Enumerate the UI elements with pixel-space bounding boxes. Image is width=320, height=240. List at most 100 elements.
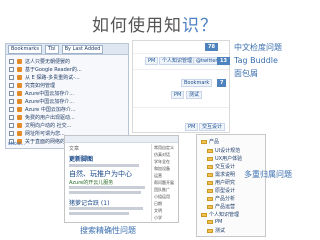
folder-icon <box>207 220 213 224</box>
category-item[interactable]: 小组运用 <box>154 193 178 200</box>
folder-icon <box>207 172 213 177</box>
search-results-panel: 文章 更新脚图 自然、玩推户为中心 Azure的开云儿服务 猪萝记合跃 (1) … <box>64 135 179 223</box>
folder-icon <box>207 204 213 209</box>
tag-row <box>133 69 229 79</box>
tab-tbl[interactable]: Tbl <box>44 44 59 54</box>
text-line <box>69 186 145 189</box>
category-item[interactable]: 帮问题开展 <box>154 179 178 186</box>
favicon-icon <box>17 74 22 80</box>
favicon-icon <box>17 106 22 112</box>
folder-item[interactable]: UX用户体验 <box>207 155 242 162</box>
category-item[interactable]: 和加设备 <box>154 165 178 172</box>
text-line <box>69 191 141 194</box>
folder-item[interactable]: 产品分析 <box>207 195 235 202</box>
slide-title-highlight: 识？ <box>182 16 218 36</box>
category-item[interactable]: 小学 <box>154 214 178 221</box>
folder-item[interactable]: UI设计规范 <box>207 147 240 154</box>
checkbox[interactable] <box>9 114 14 120</box>
list-item[interactable]: Azure 中国云加存介... <box>9 105 125 113</box>
folder-icon <box>207 188 213 193</box>
favicon-icon <box>17 66 22 72</box>
list-item[interactable]: 这人只要无朝便罢的 <box>9 57 125 65</box>
tag[interactable]: PM <box>171 91 185 99</box>
category-item[interactable]: 仿真对话 <box>154 151 178 158</box>
folder-icon <box>207 156 213 161</box>
checkbox[interactable] <box>9 98 14 104</box>
text-line <box>69 212 129 215</box>
tab-bookmarks[interactable]: Bookmarks <box>8 44 42 54</box>
category-item[interactable]: 常用自定义 <box>154 144 178 151</box>
favicon-icon <box>17 58 22 64</box>
sort-dropdown[interactable]: By Last Added <box>61 44 104 54</box>
category-item[interactable]: 日期 <box>154 200 178 207</box>
note-search: 搜索精确性问题 <box>80 226 136 235</box>
result-heading[interactable]: 更新脚图 <box>69 154 93 163</box>
folder-item[interactable]: 原型设计 <box>207 187 235 194</box>
checkbox[interactable] <box>9 106 14 112</box>
folder-item[interactable]: 测试 <box>207 227 225 234</box>
checkbox[interactable] <box>9 58 14 64</box>
folder-item[interactable]: 需求说明 <box>207 171 235 178</box>
list-item[interactable]: Azure中国云加存介... <box>9 89 125 97</box>
folder-item[interactable]: 产品 <box>201 138 219 145</box>
folder-item[interactable]: 用户研究 <box>207 179 235 186</box>
folder-item[interactable]: PM <box>207 219 222 225</box>
folder-icon <box>207 228 213 233</box>
tag[interactable]: PM <box>185 123 199 131</box>
count-badge: 7 <box>217 79 227 87</box>
bookmark-list: 这人只要无朝便罢的 基于Google Reader的... 从 E 探路-多贵重… <box>6 55 128 147</box>
tag-row <box>133 107 229 117</box>
note-tags-3: 面包屑 <box>234 69 258 78</box>
checkbox[interactable] <box>9 74 14 80</box>
favicon-icon <box>17 98 22 104</box>
tag[interactable]: PM <box>145 57 159 65</box>
bookmarks-toolbar: Bookmarks Tbl By Last Added <box>6 44 128 55</box>
show-more-link[interactable]: show... <box>8 141 25 147</box>
folder-icon <box>201 139 207 144</box>
folder-icon <box>207 148 213 153</box>
favicon-icon <box>17 90 22 96</box>
folder-icon <box>207 180 213 185</box>
folder-item[interactable]: 产品运营 <box>207 203 235 210</box>
tag[interactable]: 测试 <box>186 91 203 99</box>
category-item[interactable]: 运营 <box>154 172 178 179</box>
folder-icon <box>207 164 213 169</box>
checkbox[interactable] <box>9 130 14 136</box>
text-line <box>69 164 139 167</box>
folder-icon <box>207 196 213 201</box>
tab-articles[interactable]: 文章 <box>69 145 79 152</box>
list-item[interactable]: 究竟如何管理 <box>9 81 125 89</box>
bookmarks-panel: Bookmarks Tbl By Last Added 这人只要无朝便罢的 基于… <box>5 43 129 149</box>
search-toolbar <box>65 136 178 143</box>
note-folders: 多重归属问题 <box>244 170 292 179</box>
category-item[interactable]: 团队推广 <box>154 186 178 193</box>
list-item[interactable]: 免费的用户出现驱动... <box>9 113 125 121</box>
list-item[interactable]: 文明向户动的 社交... <box>9 121 125 129</box>
folder-item[interactable]: 交互设计 <box>207 163 235 170</box>
checkbox[interactable] <box>9 122 14 128</box>
list-item[interactable]: 从 E 探路-多贵重购试-... <box>9 73 125 81</box>
tag[interactable]: 个人知识管理 <box>159 57 196 65</box>
checkbox[interactable] <box>9 82 14 88</box>
checkbox[interactable] <box>9 66 14 72</box>
favicon-icon <box>17 122 22 128</box>
folder-tree: 产品 UI设计规范 UX用户体验 交互设计 需求说明 用户研究 原型设计 产品分… <box>196 134 266 237</box>
folder-item[interactable]: 个人知识管理 <box>201 211 239 218</box>
result-subtitle: Azure的开云儿服务 <box>69 180 114 186</box>
result-title[interactable]: 猪萝记合跃 (1) <box>69 198 109 207</box>
note-tags-1: 中文检度问题 <box>234 43 282 52</box>
category-item[interactable]: 文明 <box>154 207 178 214</box>
tag[interactable]: Bookmark <box>181 79 213 87</box>
result-title[interactable]: 自然、玩推户为中心 <box>69 169 132 179</box>
tag[interactable]: 交互设计 <box>199 123 226 131</box>
list-item[interactable]: Azure中国云加存介... <box>9 97 125 105</box>
category-sidebar: 常用自定义 仿真对话 学年全在 和加设备 运营 帮问题开展 团队推广 小组运用 … <box>151 144 178 221</box>
note-tags-2: Tag Buddle <box>234 56 278 65</box>
category-item[interactable]: 学年全在 <box>154 158 178 165</box>
list-item[interactable]: 基于Google Reader的... <box>9 65 125 73</box>
favicon-icon <box>17 114 22 120</box>
checkbox[interactable] <box>9 90 14 96</box>
tags-panel: 78 PM 个人知识管理 @twitter 13 Bookmark 7 PM 测… <box>132 40 230 133</box>
count-badge: 13 <box>217 57 230 65</box>
favicon-icon <box>17 130 22 136</box>
